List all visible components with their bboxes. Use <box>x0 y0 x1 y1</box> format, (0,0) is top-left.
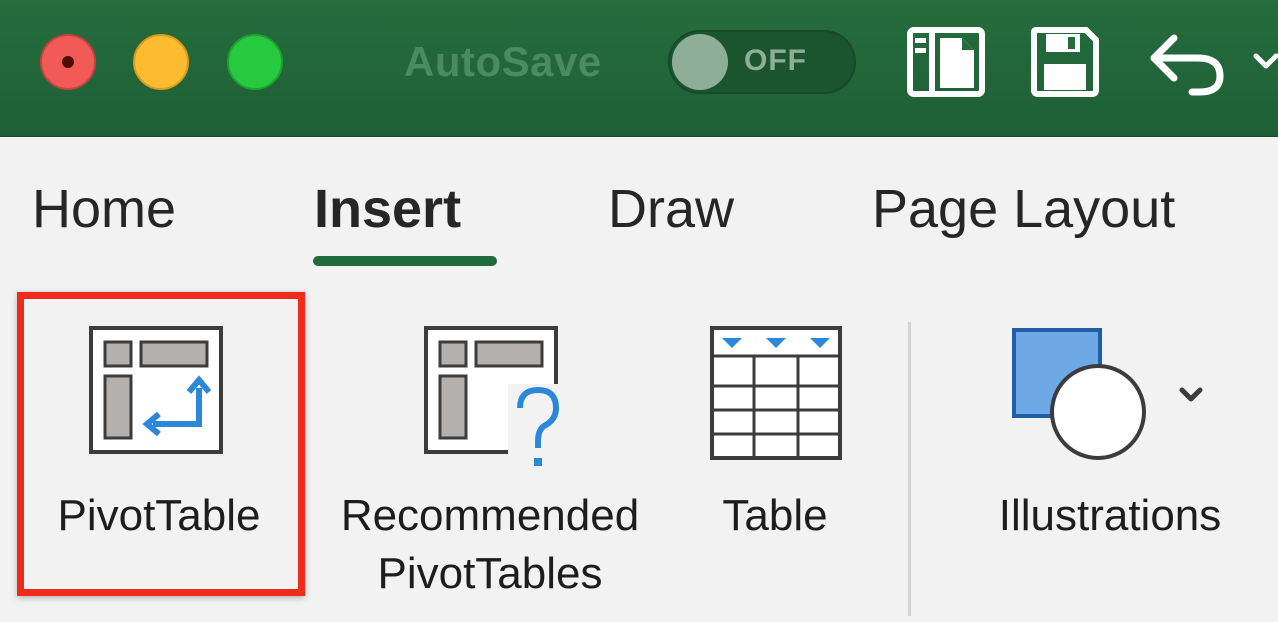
illustrations-button[interactable]: Illustrations <box>960 300 1260 560</box>
table-label: Table <box>722 491 828 540</box>
tab-page-layout[interactable]: Page Layout <box>872 178 1175 240</box>
toggle-knob <box>672 34 728 90</box>
chevron-down-icon[interactable] <box>1250 50 1278 72</box>
recommended-pivottables-label-line2: PivotTables <box>377 549 603 598</box>
recommended-pivottables-button[interactable]: Recommended PivotTables <box>310 300 670 610</box>
minimize-button[interactable] <box>133 34 189 90</box>
illustrations-label: Illustrations <box>998 491 1222 540</box>
close-button[interactable] <box>40 34 96 90</box>
table-icon <box>710 326 842 460</box>
active-tab-indicator <box>313 256 497 266</box>
tab-draw[interactable]: Draw <box>608 178 734 240</box>
save-icon[interactable] <box>1030 26 1100 98</box>
highlight-box <box>17 292 305 596</box>
title-bar: AutoSave OFF <box>0 0 1278 137</box>
tab-home[interactable]: Home <box>32 178 176 240</box>
autosave-toggle[interactable]: OFF <box>668 30 856 94</box>
zoom-button[interactable] <box>227 34 283 90</box>
table-button[interactable]: Table <box>690 300 860 560</box>
autosave-state: OFF <box>744 44 807 77</box>
shapes-icon <box>1012 328 1146 460</box>
recommended-pivottables-label-line1: Recommended <box>340 491 640 540</box>
ribbon-group-divider <box>908 322 911 616</box>
recommended-pivottables-icon <box>424 326 570 472</box>
chevron-down-icon <box>1179 387 1203 402</box>
tab-insert[interactable]: Insert <box>314 178 461 240</box>
sidebar-document-icon[interactable] <box>906 26 986 98</box>
autosave-label: AutoSave <box>404 38 602 85</box>
undo-icon[interactable] <box>1146 28 1226 98</box>
